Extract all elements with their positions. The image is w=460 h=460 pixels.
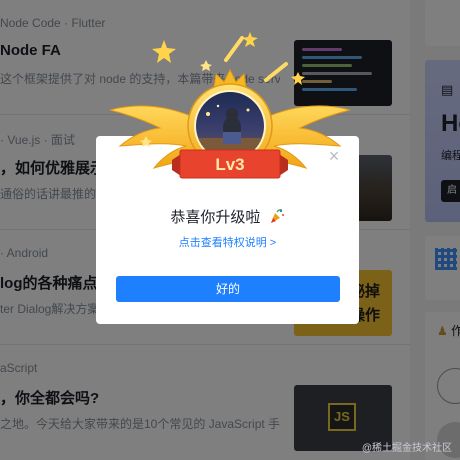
dialog-title-text: 恭喜你升级啦 [170, 209, 261, 226]
level-badge: Lv3 [110, 32, 350, 179]
confirm-button[interactable]: 好的 [116, 276, 340, 302]
dialog-title: 恭喜你升级啦 [96, 206, 359, 227]
privilege-link[interactable]: 点击查看特权说明 > [96, 234, 359, 250]
party-popper-icon [270, 209, 284, 223]
watermark: @稀土掘金技术社区 [361, 443, 452, 454]
level-label: Lv3 [215, 155, 244, 174]
